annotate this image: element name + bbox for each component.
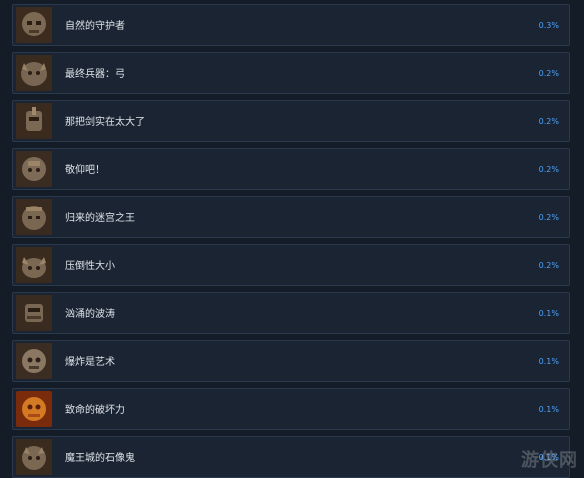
bow-weapon-icon <box>16 55 52 91</box>
achievement-title: 最终兵器：弓 <box>65 69 125 80</box>
achievement-row[interactable]: 敬仰吧！ 0.2% <box>12 148 570 190</box>
achievement-percent: 0.2% <box>538 117 559 126</box>
achievement-title: 自然的守护者 <box>65 21 125 32</box>
achievement-title: 那把剑实在太大了 <box>65 117 145 128</box>
achievement-row[interactable]: 那把剑实在太大了 0.2% <box>12 100 570 142</box>
achievement-percent: 0.1% <box>538 357 559 366</box>
achievement-row[interactable]: 归来的迷宫之王 0.2% <box>12 196 570 238</box>
achievement-title: 归来的迷宫之王 <box>65 213 135 224</box>
achievement-title: 压倒性大小 <box>65 261 115 272</box>
achievement-title: 敬仰吧！ <box>65 165 105 176</box>
achievement-row[interactable]: 爆炸是艺术 0.1% <box>12 340 570 382</box>
watermark-logo: 游侠网 <box>521 450 578 471</box>
achievement-row[interactable]: 汹涌的波涛 0.1% <box>12 292 570 334</box>
achievement-percent: 0.2% <box>538 165 559 174</box>
achievement-title: 致命的破坏力 <box>65 405 125 416</box>
achievement-percent: 0.2% <box>538 261 559 270</box>
achievement-percent: 0.1% <box>538 405 559 414</box>
gargoyle-icon <box>16 439 52 475</box>
achievement-row[interactable]: 魔王城的石像鬼 0.1% <box>12 436 570 478</box>
achievement-title: 爆炸是艺术 <box>65 357 115 368</box>
achievement-row[interactable]: 致命的破坏力 0.1% <box>12 388 570 430</box>
achievement-row[interactable]: 最终兵器：弓 0.2% <box>12 52 570 94</box>
giant-beast-icon <box>16 247 52 283</box>
achievement-percent: 0.1% <box>538 309 559 318</box>
labyrinth-king-icon <box>16 199 52 235</box>
surging-wave-icon <box>16 295 52 331</box>
achievement-percent: 0.3% <box>538 21 559 30</box>
stone-guardian-icon <box>16 7 52 43</box>
deadly-destruction-icon <box>16 391 52 427</box>
achievement-row[interactable]: 压倒性大小 0.2% <box>12 244 570 286</box>
achievement-row[interactable]: 自然的守护者 0.3% <box>12 4 570 46</box>
explosion-art-icon <box>16 343 52 379</box>
achievement-title: 魔王城的石像鬼 <box>65 453 135 464</box>
achievement-percent: 0.2% <box>538 69 559 78</box>
achievement-percent: 0.2% <box>538 213 559 222</box>
achievement-title: 汹涌的波涛 <box>65 309 115 320</box>
worship-knight-icon <box>16 151 52 187</box>
big-sword-icon <box>16 103 52 139</box>
